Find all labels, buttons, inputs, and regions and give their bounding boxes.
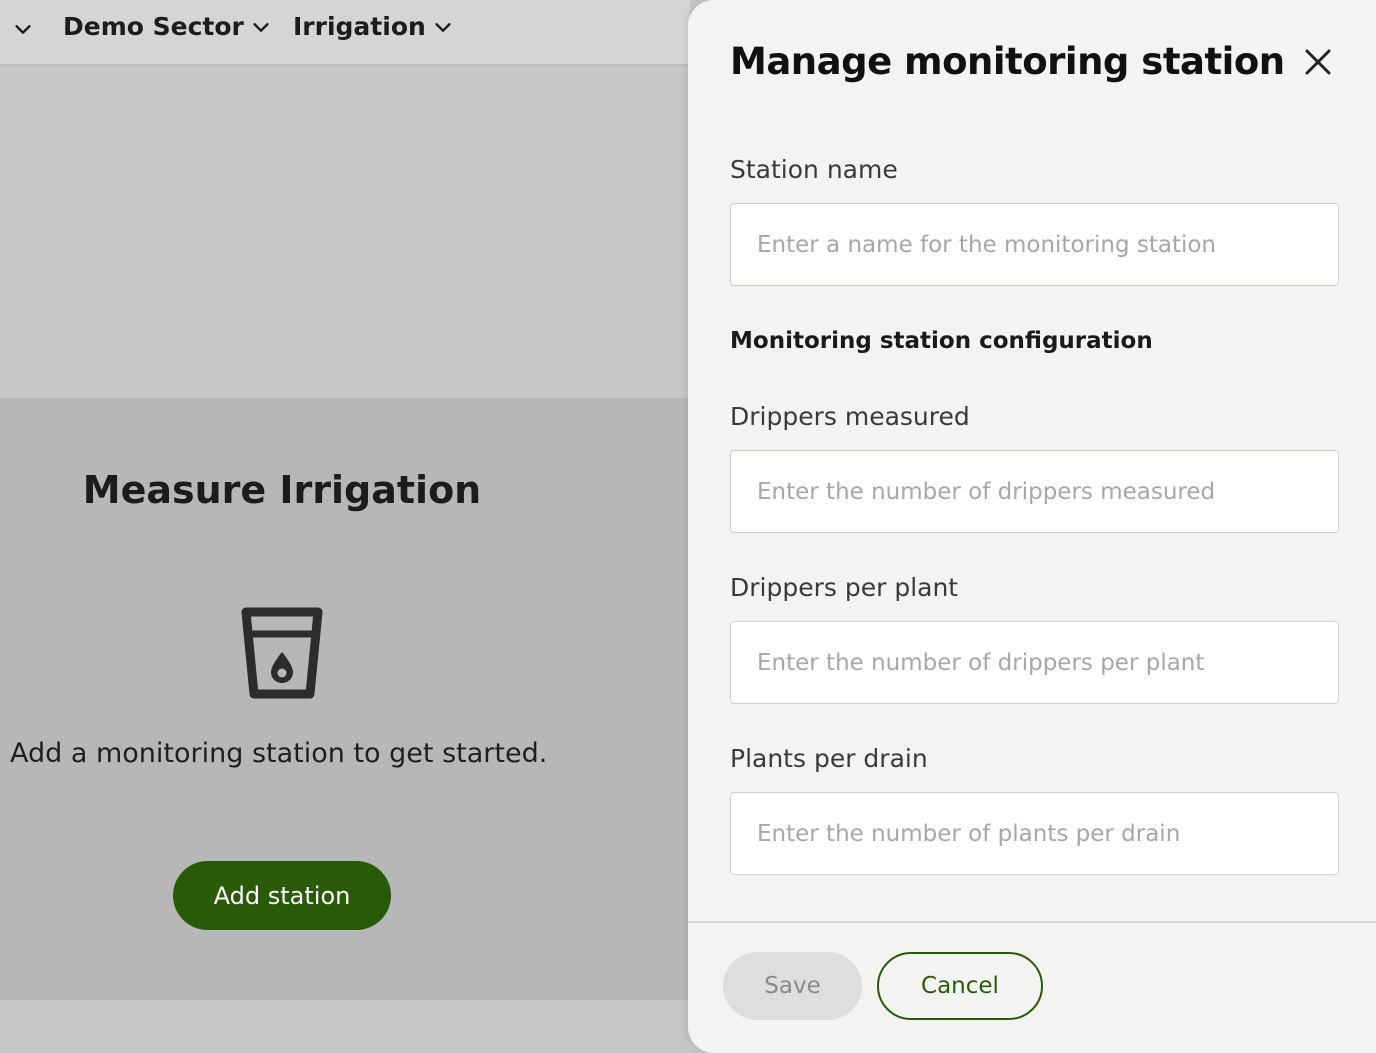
save-button[interactable]: Save	[723, 952, 862, 1020]
close-button[interactable]	[1300, 44, 1336, 80]
page-lower-area	[0, 1000, 690, 1053]
sector-dropdown-label: Demo Sector	[63, 12, 244, 41]
station-name-label: Station name	[730, 155, 898, 184]
close-icon	[1305, 49, 1331, 75]
sector-dropdown[interactable]: Demo Sector	[63, 12, 272, 41]
config-section-title: Monitoring station configuration	[730, 328, 1153, 354]
chevron-down-icon	[253, 22, 269, 32]
chevron-down-icon	[15, 25, 31, 34]
page-upper-area	[0, 68, 690, 398]
drippers-per-plant-label: Drippers per plant	[730, 573, 959, 602]
irrigation-dropdown[interactable]: Irrigation	[293, 12, 454, 41]
panel-footer-divider	[688, 921, 1376, 923]
panel-title: Manage monitoring station	[730, 40, 1285, 83]
station-name-input[interactable]	[730, 203, 1339, 286]
cancel-button[interactable]: Cancel	[877, 952, 1043, 1020]
drippers-per-plant-input[interactable]	[730, 621, 1339, 704]
drippers-measured-label: Drippers measured	[730, 402, 970, 431]
manage-station-panel: Manage monitoring station Station name M…	[688, 0, 1376, 1053]
nav-menu-toggle[interactable]	[6, 18, 34, 40]
water-glass-icon	[241, 607, 323, 699]
drippers-measured-input[interactable]	[730, 450, 1339, 533]
plants-per-drain-input[interactable]	[730, 792, 1339, 875]
chevron-down-icon	[435, 22, 451, 32]
card-title: Measure Irrigation	[82, 468, 482, 512]
card-subtitle: Add a monitoring station to get started.	[10, 738, 548, 769]
irrigation-dropdown-label: Irrigation	[293, 12, 426, 41]
measure-irrigation-card: Measure Irrigation Add a monitoring stat…	[0, 398, 690, 1000]
plants-per-drain-label: Plants per drain	[730, 744, 928, 773]
top-navigation-bar: Demo Sector Irrigation	[0, 0, 690, 66]
add-station-button[interactable]: Add station	[173, 861, 391, 930]
